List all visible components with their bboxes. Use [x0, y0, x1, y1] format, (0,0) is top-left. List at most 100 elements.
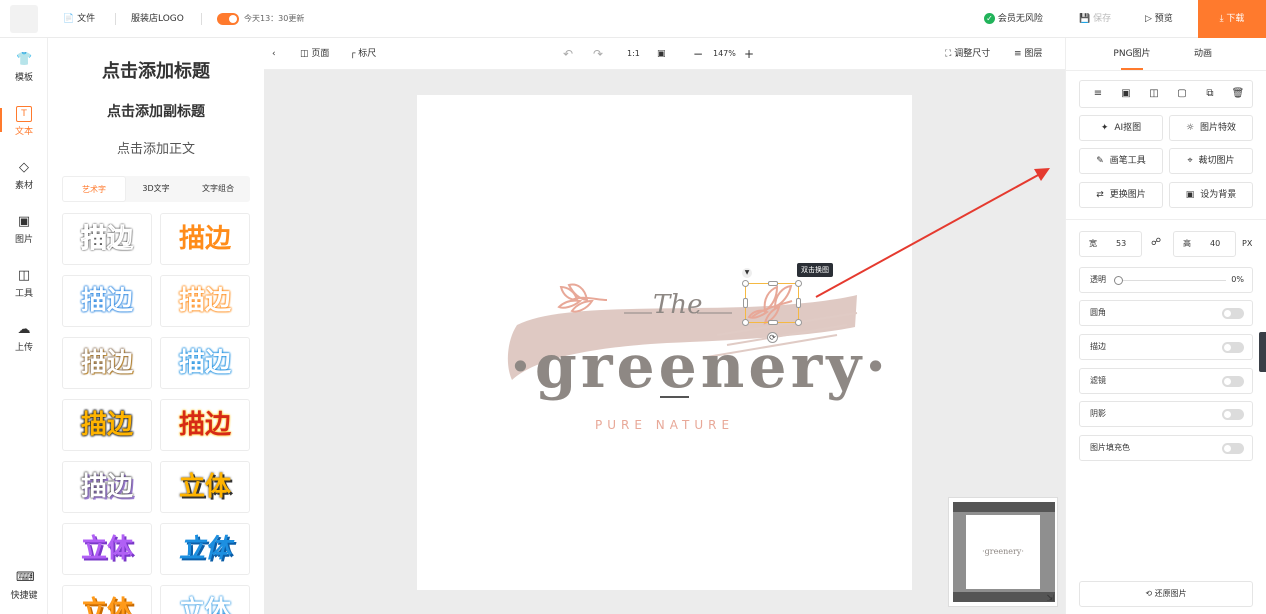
feedback-tab[interactable]	[1259, 332, 1266, 372]
align-icon[interactable]: ≡	[1091, 87, 1105, 101]
set-background-button[interactable]: ▣ 设为背景	[1169, 182, 1253, 208]
dropdown-toggle-icon[interactable]: ▼	[742, 268, 752, 278]
undo-button[interactable]: ↶	[563, 38, 573, 70]
resize-handle[interactable]	[796, 298, 801, 308]
replace-image-button[interactable]: ⇄ 更换图片	[1079, 182, 1163, 208]
fit-screen-button[interactable]: ▣	[657, 38, 666, 70]
shadow-toggle[interactable]	[1222, 409, 1244, 420]
flip-icon[interactable]: ◫	[1147, 87, 1161, 101]
preview-button[interactable]: ▷ 预览	[1145, 0, 1173, 38]
nav-item-text[interactable]: T 文本	[0, 100, 48, 146]
sparkle-icon: ☼	[1185, 123, 1195, 133]
member-status[interactable]: ✓ 会员无风险	[984, 0, 1043, 38]
zoom-out-button[interactable]: −	[693, 38, 703, 70]
crop-image-button[interactable]: ⌖ 裁切图片	[1169, 148, 1253, 174]
resize-handle[interactable]	[768, 320, 778, 325]
art-text-tile[interactable]: 描边	[62, 399, 152, 451]
rounded-corner-toggle[interactable]	[1222, 308, 1244, 319]
minimap-expand-icon[interactable]: ⇲	[1046, 594, 1054, 604]
preview-label: 预览	[1154, 14, 1173, 24]
page-button[interactable]: ◫ 页面	[300, 38, 329, 70]
ruler-button[interactable]: ┌ 标尺	[350, 38, 376, 70]
art-text-tile[interactable]: 立体	[62, 523, 152, 575]
rounded-corner-label: 圆角	[1090, 308, 1106, 317]
nav-item-material[interactable]: ◇ 素材	[0, 154, 48, 200]
position-icon[interactable]: ▣	[1119, 87, 1133, 101]
tab-animation[interactable]: 动画	[1178, 38, 1228, 70]
copy-icon[interactable]: ⧉	[1203, 87, 1217, 101]
nav-item-image[interactable]: ▣ 图片	[0, 208, 48, 254]
tab-text-combo[interactable]: 文字组合	[186, 176, 250, 202]
resize-label: 调整尺寸	[954, 49, 991, 59]
add-subtitle-button[interactable]: 点击添加副标题	[48, 101, 264, 121]
art-text-tile[interactable]: 立体	[160, 461, 250, 513]
resize-handle[interactable]	[743, 298, 748, 308]
opacity-slider[interactable]	[1118, 280, 1226, 281]
download-button[interactable]: ⤓ 下载	[1198, 0, 1266, 38]
layers-button[interactable]: ≡ 图层	[1014, 38, 1042, 70]
art-text-tile[interactable]: 描边	[62, 275, 152, 327]
app-logo[interactable]	[10, 5, 38, 33]
ai-cutout-button[interactable]: ✦ AI抠图	[1079, 115, 1163, 141]
download-label: 下载	[1226, 14, 1245, 24]
width-field[interactable]: 宽 53	[1079, 231, 1142, 257]
fill-color-label: 图片填充色	[1090, 443, 1130, 452]
minimap[interactable]: ·greenery· ⇲	[948, 497, 1058, 607]
art-text-tile[interactable]: 立体	[160, 523, 250, 575]
resize-handle[interactable]	[742, 280, 749, 287]
file-menu[interactable]: 📄 文件	[63, 0, 95, 38]
nav-item-shortcuts[interactable]: ⌨ 快捷键	[0, 564, 48, 610]
add-body-button[interactable]: 点击添加正文	[48, 138, 264, 157]
resize-handle[interactable]	[795, 280, 802, 287]
nav-item-upload[interactable]: ☁ 上传	[0, 316, 48, 362]
filter-toggle[interactable]	[1222, 376, 1244, 387]
autosave-toggle[interactable]	[217, 13, 239, 25]
top-bar: 📄 文件 服装店LOGO 今天13：30更新 ✓ 会员无风险 💾 保存 ▷ 预览…	[0, 0, 1266, 38]
image-effect-button[interactable]: ☼ 图片特效	[1169, 115, 1253, 141]
crop-icon: ⌖	[1187, 156, 1193, 166]
art-text-tile[interactable]: 描边	[160, 337, 250, 389]
art-text-tile[interactable]: 描边	[160, 275, 250, 327]
add-title-button[interactable]: 点击添加标题	[48, 57, 264, 83]
art-text-tile[interactable]: 描边	[62, 461, 152, 513]
nav-item-tools[interactable]: ◫ 工具	[0, 262, 48, 308]
link-ratio-icon[interactable]: ☍	[1151, 237, 1161, 248]
selection-box[interactable]	[742, 280, 802, 326]
resize-handle[interactable]	[768, 281, 778, 286]
background-icon: ▣	[1185, 190, 1195, 200]
tab-3d-text[interactable]: 3D文字	[126, 176, 186, 202]
trash-icon[interactable]: 🗑	[1231, 87, 1245, 101]
document-name[interactable]: 服装店LOGO	[131, 0, 184, 38]
tab-art-text[interactable]: 艺术字	[62, 176, 126, 202]
resize-button[interactable]: ⛶ 调整尺寸	[945, 38, 990, 70]
fill-color-toggle[interactable]	[1222, 443, 1244, 454]
save-button[interactable]: 💾 保存	[1079, 0, 1111, 38]
collapse-panel-button[interactable]: ‹	[272, 38, 276, 70]
rotate-handle-icon[interactable]: ⟳	[767, 332, 778, 343]
divider	[201, 13, 202, 25]
art-text-tile[interactable]: 立体	[160, 585, 250, 614]
art-text-tile[interactable]: 描边	[62, 337, 152, 389]
the-script-text: The	[653, 290, 702, 320]
art-text-tile[interactable]: 描边	[62, 213, 152, 265]
height-field[interactable]: 高 40	[1173, 231, 1236, 257]
opacity-slider-handle[interactable]	[1114, 276, 1123, 285]
ratio-button[interactable]: 1:1	[627, 38, 640, 70]
tab-png-image[interactable]: PNG图片	[1104, 38, 1160, 70]
zoom-in-button[interactable]: +	[744, 38, 754, 70]
toolbox-icon: ◫	[17, 268, 31, 283]
fit-screen-icon: ▣	[657, 49, 666, 59]
filter-row: 滤镜	[1079, 368, 1253, 394]
resize-handle[interactable]	[742, 319, 749, 326]
restore-image-button[interactable]: ⟲ 还原图片	[1079, 581, 1253, 607]
art-text-tile[interactable]: 描边	[160, 213, 250, 265]
resize-handle[interactable]	[795, 319, 802, 326]
art-text-tile[interactable]: 立体	[62, 585, 152, 614]
nav-item-template[interactable]: 👕 模板	[0, 46, 48, 92]
opacity-row: 透明 0%	[1079, 267, 1253, 293]
brush-tool-button[interactable]: ✎ 画笔工具	[1079, 148, 1163, 174]
stroke-toggle[interactable]	[1222, 342, 1244, 353]
lock-icon[interactable]: ▢	[1175, 87, 1189, 101]
art-text-tile[interactable]: 描边	[160, 399, 250, 451]
redo-button[interactable]: ↷	[593, 38, 603, 70]
